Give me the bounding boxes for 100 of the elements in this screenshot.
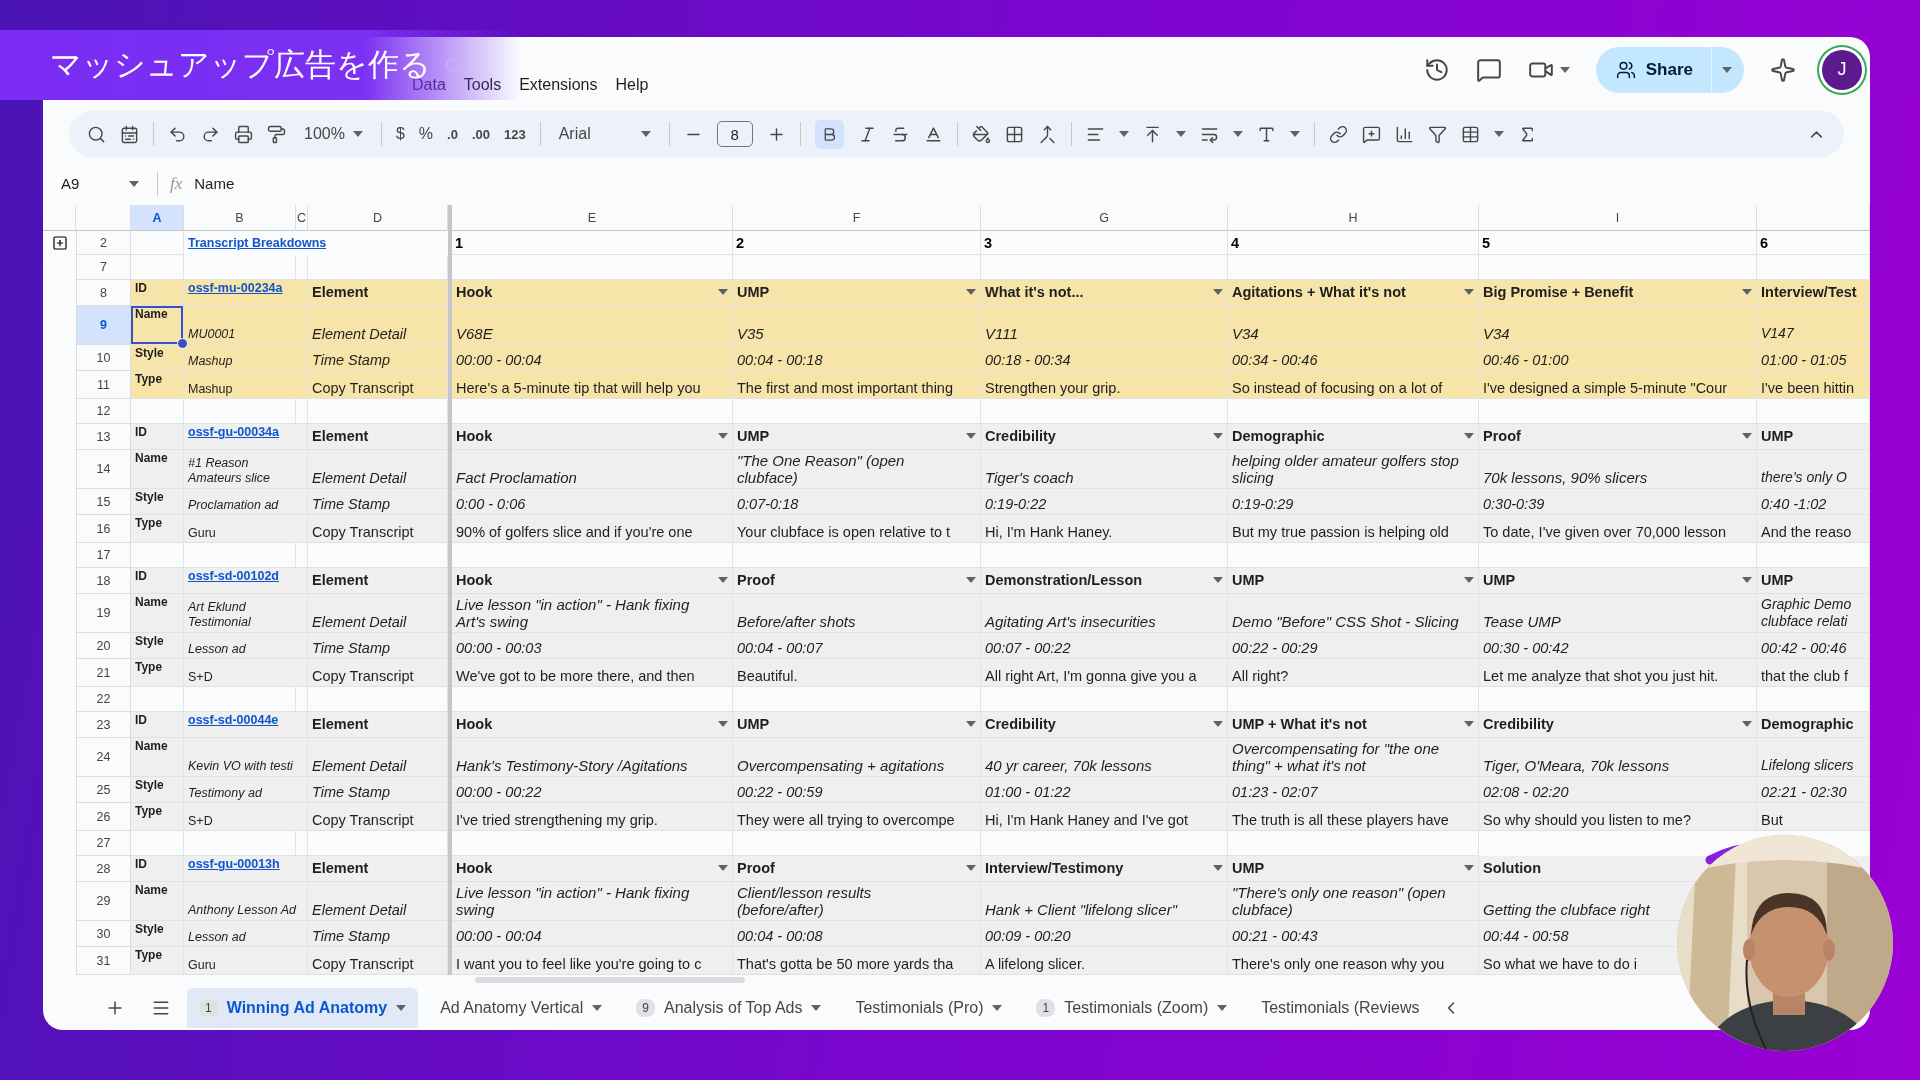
caret-icon[interactable]	[129, 180, 139, 187]
row-header[interactable]: 24	[76, 738, 131, 777]
table-cell[interactable]: Type	[131, 371, 184, 399]
caret-icon[interactable]	[811, 1004, 822, 1011]
id-link[interactable]: ossf-gu-00034a	[188, 425, 279, 439]
caret-icon[interactable]	[1118, 131, 1129, 137]
row-header[interactable]: 16	[76, 515, 131, 543]
column-header[interactable]: F	[733, 205, 981, 231]
id-link[interactable]: ossf-mu-00234a	[188, 281, 283, 295]
print-icon[interactable]	[234, 124, 253, 144]
dropdown-caret-icon[interactable]	[1464, 289, 1474, 295]
chart-icon[interactable]	[1394, 124, 1414, 144]
increase-decimal-button[interactable]: .00	[471, 126, 490, 142]
sheet-tab[interactable]: 9 Analysis of Top Ads	[624, 987, 834, 1028]
row-header[interactable]: 26	[76, 803, 131, 831]
dropdown-caret-icon[interactable]	[1464, 865, 1474, 871]
row-header[interactable]: 28	[76, 856, 131, 882]
sheet-tab[interactable]: Ad Anatomy Vertical	[428, 987, 615, 1028]
expand-group-icon[interactable]	[51, 235, 68, 251]
row-header[interactable]: 20	[76, 633, 131, 659]
sheet-link[interactable]: Transcript Breakdowns	[184, 236, 448, 250]
caret-icon[interactable]	[640, 131, 651, 137]
row-header[interactable]: 14	[76, 450, 131, 489]
dropdown-caret-icon[interactable]	[966, 433, 976, 439]
dropdown-caret-icon[interactable]	[718, 865, 728, 871]
caret-icon[interactable]	[1559, 66, 1570, 73]
dropdown-caret-icon[interactable]	[1464, 721, 1474, 727]
dropdown-caret-icon[interactable]	[718, 289, 728, 295]
fill-color-icon[interactable]	[971, 124, 991, 144]
name-box[interactable]: A9	[55, 174, 145, 193]
sheet-tab[interactable]: 1 Winning Ad Anatomy	[187, 987, 419, 1028]
table-cell[interactable]: Type	[131, 515, 184, 543]
id-link[interactable]: ossf-sd-00044e	[188, 713, 279, 727]
number-format-button[interactable]: 123	[504, 126, 526, 142]
row-header[interactable]: 22	[76, 687, 131, 712]
id-link[interactable]: ossf-sd-00102d	[188, 569, 279, 583]
caret-icon[interactable]	[1493, 131, 1504, 137]
caret-icon[interactable]	[1232, 131, 1243, 137]
menu-item[interactable]: Tools	[454, 71, 511, 98]
dropdown-caret-icon[interactable]	[1742, 289, 1752, 295]
row-header[interactable]: 7	[76, 255, 131, 280]
row-header[interactable]: 8	[76, 280, 131, 306]
dropdown-caret-icon[interactable]	[1213, 433, 1223, 439]
sparkle-icon[interactable]	[1770, 56, 1796, 83]
formula-value[interactable]: Name	[194, 175, 235, 192]
column-header[interactable]: H	[1228, 205, 1479, 231]
caret-icon[interactable]	[1217, 1004, 1228, 1011]
row-header[interactable]: 10	[76, 345, 131, 371]
comment-icon[interactable]	[1475, 56, 1502, 83]
dropdown-caret-icon[interactable]	[718, 577, 728, 583]
caret-icon[interactable]	[592, 1004, 603, 1011]
dropdown-caret-icon[interactable]	[1213, 721, 1223, 727]
caret-icon[interactable]	[1175, 131, 1186, 137]
table-cell[interactable]: Type	[131, 947, 184, 975]
font-select[interactable]: Arial	[554, 125, 655, 143]
dropdown-caret-icon[interactable]	[718, 721, 728, 727]
caret-icon[interactable]	[1722, 66, 1732, 73]
scrollbar-thumb[interactable]	[475, 977, 745, 983]
dropdown-caret-icon[interactable]	[1213, 577, 1223, 583]
column-header[interactable]: B	[184, 205, 296, 231]
share-button[interactable]: Share	[1595, 46, 1744, 93]
table-cell[interactable]: ID	[131, 280, 184, 306]
dropdown-caret-icon[interactable]	[1464, 433, 1474, 439]
dropdown-caret-icon[interactable]	[966, 721, 976, 727]
menu-item[interactable]: Help	[606, 71, 658, 98]
column-header[interactable]: I	[1479, 205, 1757, 231]
menu-item[interactable]: Extensions	[510, 71, 607, 98]
sheet-tab[interactable]: 1 Testimonials (Zoom)	[1024, 987, 1240, 1028]
row-header[interactable]: 30	[76, 921, 131, 947]
row-header[interactable]: 12	[76, 399, 131, 424]
strikethrough-icon[interactable]	[890, 124, 910, 144]
row-header[interactable]: 29	[76, 882, 131, 921]
row-header[interactable]: 11	[76, 371, 131, 399]
dropdown-caret-icon[interactable]	[1213, 865, 1223, 871]
row-header[interactable]: 27	[76, 831, 131, 856]
dropdown-caret-icon[interactable]	[966, 865, 976, 871]
caret-icon[interactable]	[1289, 131, 1300, 137]
dropdown-caret-icon[interactable]	[1742, 577, 1752, 583]
id-link[interactable]: ossf-gu-00013h	[188, 857, 280, 871]
row-header[interactable]: 23	[76, 712, 131, 738]
column-header[interactable]: A	[131, 205, 184, 231]
people-icon[interactable]	[1615, 59, 1636, 80]
table-cell[interactable]: Type	[131, 803, 184, 831]
row-header[interactable]: 19	[76, 594, 131, 633]
dropdown-caret-icon[interactable]	[966, 289, 976, 295]
link-icon[interactable]	[1328, 124, 1348, 144]
caret-icon[interactable]	[352, 131, 363, 137]
filter-icon[interactable]	[1427, 124, 1447, 144]
column-header[interactable]: G	[981, 205, 1228, 231]
column-header[interactable]: C	[296, 205, 308, 231]
add-comment-icon[interactable]	[1361, 124, 1381, 144]
currency-button[interactable]: $	[395, 125, 405, 143]
caret-icon[interactable]	[396, 1004, 407, 1011]
paint-format-icon[interactable]	[267, 124, 286, 144]
dropdown-caret-icon[interactable]	[966, 577, 976, 583]
dropdown-caret-icon[interactable]	[1464, 577, 1474, 583]
merge-icon[interactable]	[1037, 124, 1057, 144]
row-header[interactable]: 31	[76, 947, 131, 975]
history-icon[interactable]	[1423, 56, 1450, 83]
row-header[interactable]: 9	[76, 306, 131, 345]
